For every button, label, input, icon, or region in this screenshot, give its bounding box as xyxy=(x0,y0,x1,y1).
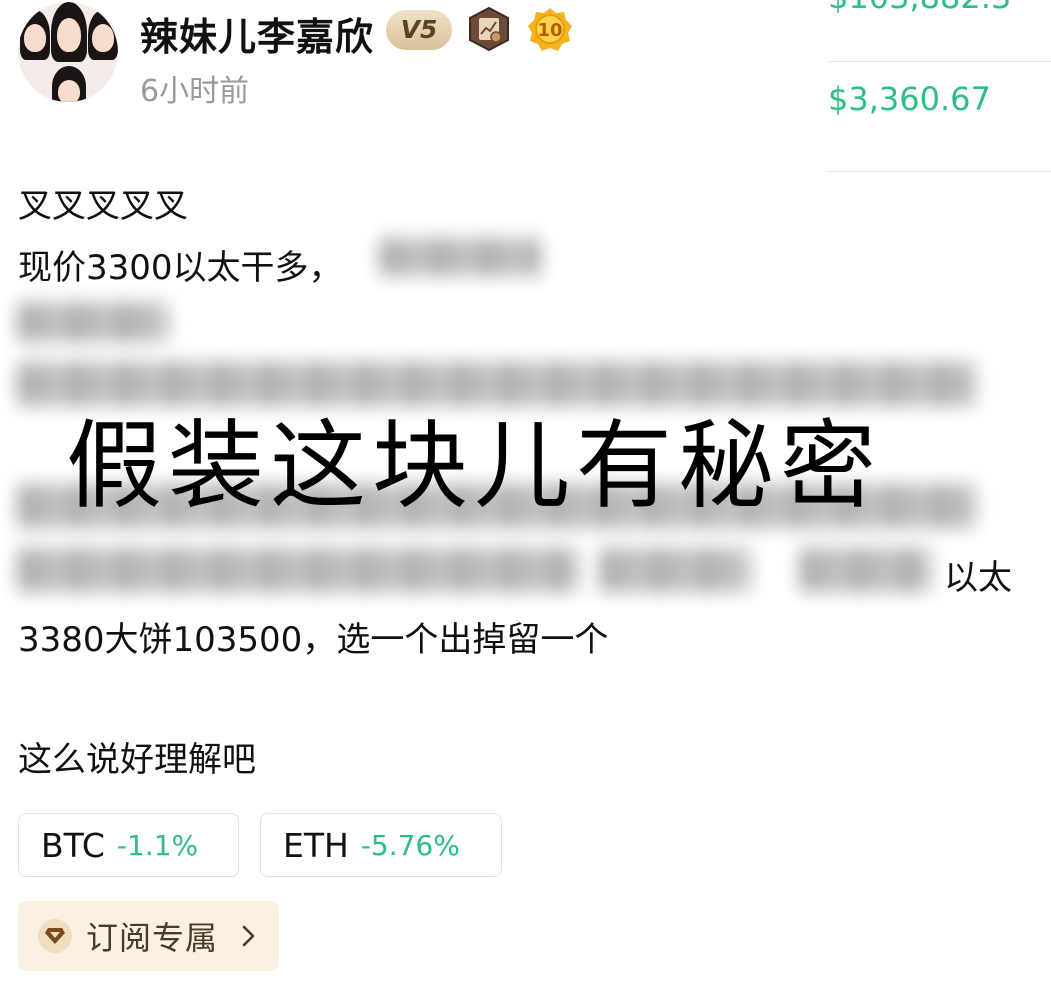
level-badge-icon[interactable]: 10 xyxy=(527,6,573,52)
post-line-5: 这么说好理解吧 xyxy=(18,740,256,780)
post-line-3-tail: 以太 xyxy=(944,558,1012,598)
redacted-text xyxy=(800,548,930,592)
redacted-text xyxy=(600,548,750,592)
avatar[interactable] xyxy=(18,2,118,102)
overlay-caption: 假装这块儿有秘密 xyxy=(66,410,882,522)
username[interactable]: 辣妹儿李嘉欣 xyxy=(140,6,374,61)
price-eth[interactable]: $3,360.67 xyxy=(828,80,991,118)
chevron-right-icon xyxy=(236,924,260,948)
coin-change: -1.1% xyxy=(116,828,199,862)
level-badge-text: 10 xyxy=(537,20,562,41)
subscribe-label: 订阅专属 xyxy=(86,919,219,957)
coin-symbol: BTC xyxy=(41,825,105,865)
redacted-text xyxy=(18,302,168,342)
redacted-text xyxy=(18,548,578,592)
avatar-face-left xyxy=(24,24,46,52)
redacted-text xyxy=(380,238,540,276)
price-divider-bottom xyxy=(828,171,1051,172)
avatar-face-right xyxy=(92,24,114,52)
subscribe-button[interactable]: 订阅专属 xyxy=(18,901,279,971)
avatar-face-center xyxy=(57,18,81,52)
avatar-face-bottom xyxy=(58,80,80,102)
coin-change: -5.76% xyxy=(360,828,460,862)
post-timestamp: 6小时前 xyxy=(140,74,250,109)
diamond-icon xyxy=(38,919,72,953)
post-line-2: 现价3300以太干多， xyxy=(18,248,343,288)
chart-medal-icon[interactable] xyxy=(466,6,512,52)
coin-chip-eth[interactable]: ETH -5.76% xyxy=(260,813,502,877)
price-partial[interactable]: $103,882.3 xyxy=(828,0,1011,16)
post-line-1: 叉叉叉叉叉 xyxy=(18,186,188,226)
price-divider-top xyxy=(828,61,1051,62)
coin-chip-btc[interactable]: BTC -1.1% xyxy=(18,813,239,877)
post-line-4: 3380大饼103500，选一个出掉留一个 xyxy=(18,620,609,660)
coin-symbol: ETH xyxy=(283,825,349,865)
vip-badge[interactable]: V5 xyxy=(386,10,452,50)
